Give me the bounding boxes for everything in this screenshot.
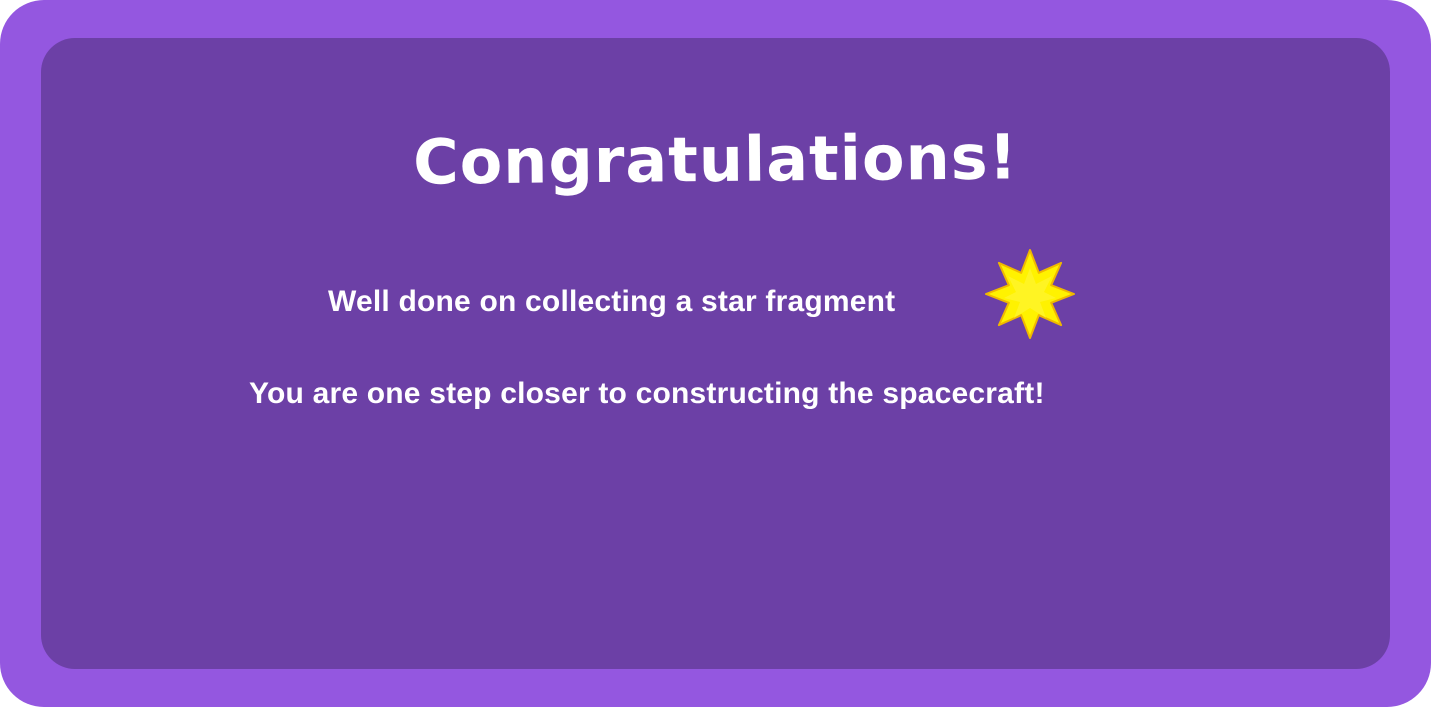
popup-frame <box>0 0 1431 707</box>
congratulations-title: Congratulations! <box>412 120 1019 199</box>
spacecraft-progress-message: You are one step closer to constructing … <box>249 377 1045 410</box>
star-fragment-icon <box>985 249 1075 339</box>
star-fragment-message: Well done on collecting a star fragment <box>328 285 896 318</box>
